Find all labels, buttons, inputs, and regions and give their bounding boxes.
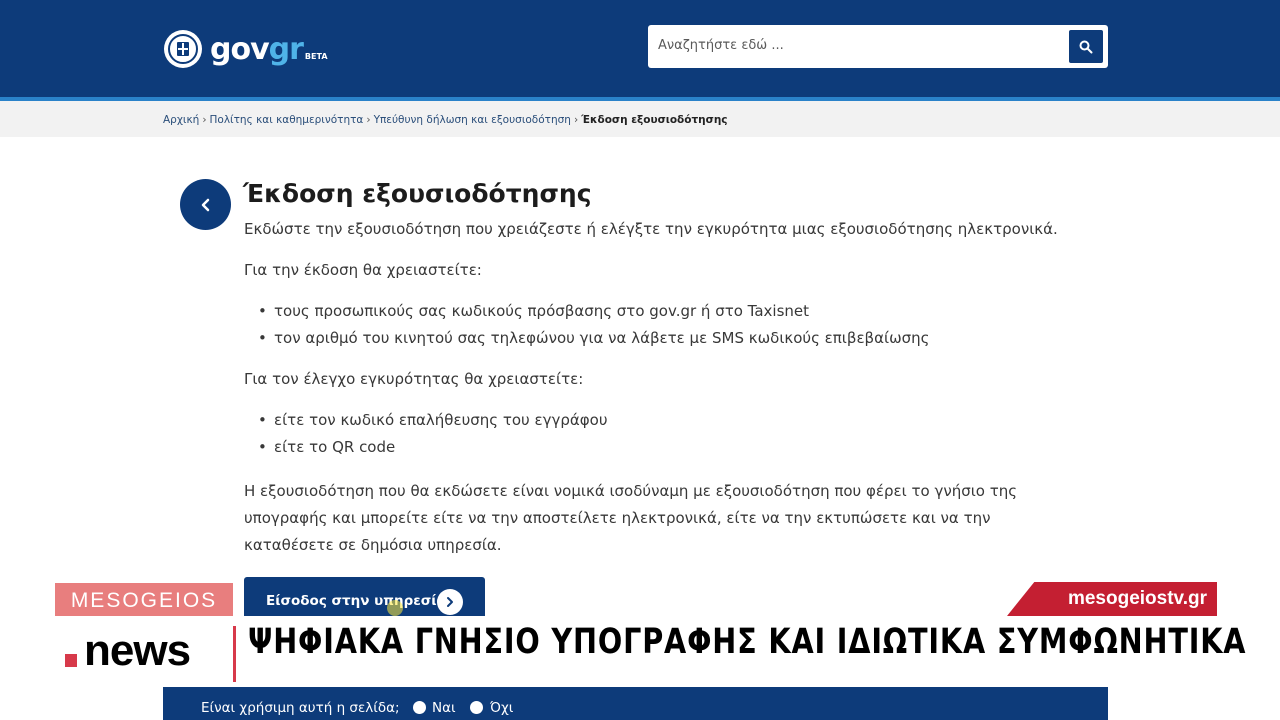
ticker-divider — [233, 626, 236, 682]
check-heading: Για τον έλεγχο εγκυρότητας θα χρειαστείτ… — [244, 370, 584, 388]
feedback-bar: Είναι χρήσιμη αυτή η σελίδα; Ναι Όχι — [163, 687, 1108, 720]
breadcrumb-citizen[interactable]: Πολίτης και καθημερινότητα — [210, 114, 364, 126]
list-item: τον αριθμό του κινητού σας τηλεφώνου για… — [258, 329, 929, 347]
search-box[interactable]: Αναζητήστε εδώ ... — [648, 25, 1108, 68]
issue-heading: Για την έκδοση θα χρειαστείτε: — [244, 261, 482, 279]
news-dot-icon — [65, 654, 77, 667]
feedback-question: Είναι χρήσιμη αυτή η σελίδα; — [201, 700, 400, 716]
logo-gov-text: gov — [210, 31, 270, 67]
channel-website-tag: mesogeiostv.gr — [1007, 582, 1217, 616]
news-label: news — [84, 626, 191, 675]
chevron-left-icon — [201, 198, 209, 211]
news-headline: ΨΗΦΙΑΚΑ ΓΝΗΣΙΟ ΥΠΟΓΡΑΦΗΣ ΚΑΙ ΙΔΙΩΤΙΚΑ ΣΥ… — [248, 622, 1247, 662]
chevron-right-icon — [437, 589, 463, 615]
channel-website: mesogeiostv.gr — [1067, 588, 1207, 609]
intro-text: Εκδώστε την εξουσιοδότηση που χρειάζεστε… — [244, 220, 1058, 238]
feedback-no-radio[interactable] — [470, 701, 483, 714]
govgr-logo[interactable]: govgr BETA — [164, 30, 328, 68]
page-title: Έκδοση εξουσιοδότησης — [243, 179, 592, 208]
channel-logo: MESOGEIOS — [55, 583, 233, 618]
mouse-cursor-highlight — [387, 600, 403, 616]
breadcrumb-bar: Αρχική › Πολίτης και καθημερινότητα › Υπεύθυ… — [0, 101, 1280, 137]
list-item: τους προσωπικούς σας κωδικούς πρόσβασης … — [258, 302, 809, 320]
feedback-yes-label[interactable]: Ναι — [432, 700, 456, 716]
back-button[interactable] — [180, 179, 231, 230]
search-button[interactable] — [1069, 30, 1103, 63]
channel-name: MESOGEIOS — [70, 588, 218, 612]
feedback-yes-radio[interactable] — [413, 701, 426, 714]
greek-emblem-icon — [164, 30, 202, 68]
list-item: είτε το QR code — [258, 438, 395, 456]
search-icon — [1079, 40, 1093, 53]
breadcrumb: Αρχική › Πολίτης και καθημερινότητα › Υπεύθυ… — [163, 114, 728, 126]
logo-wordmark: govgr — [210, 31, 304, 67]
breadcrumb-home[interactable]: Αρχική — [163, 114, 199, 126]
logo-gr-text: gr — [268, 31, 304, 67]
search-input[interactable]: Αναζητήστε εδώ ... — [658, 38, 784, 53]
enter-service-label: Είσοδος στην υπηρεσία — [266, 593, 446, 609]
breadcrumb-current: Έκδοση εξουσιοδότησης — [581, 114, 728, 126]
site-header: govgr BETA Αναζητήστε εδώ ... — [0, 0, 1280, 97]
legal-equivalence-text: Η εξουσιοδότηση που θα εκδώσετε είναι νο… — [244, 482, 1018, 554]
list-item: είτε τον κωδικό επαλήθευσης του εγγράφου — [258, 411, 608, 429]
feedback-no-label[interactable]: Όχι — [490, 700, 513, 716]
breadcrumb-declaration[interactable]: Υπεύθυνη δήλωση και εξουσιοδότηση — [374, 114, 571, 126]
beta-tag: BETA — [304, 51, 328, 61]
page: govgr BETA Αναζητήστε εδώ ... Αρχική › Πολ… — [0, 0, 1280, 720]
